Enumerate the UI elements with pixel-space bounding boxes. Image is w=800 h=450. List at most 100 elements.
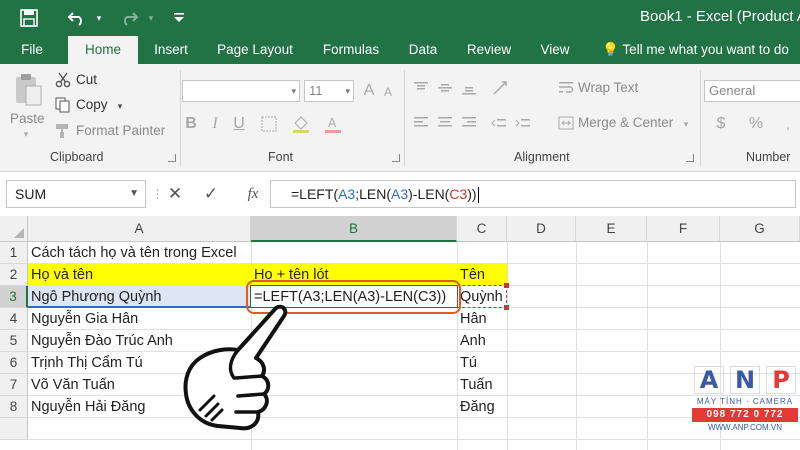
undo-dropdown-icon[interactable]: ▾ <box>92 0 106 36</box>
clipboard-launcher-icon[interactable] <box>168 154 176 162</box>
italic-button[interactable]: I <box>204 112 226 136</box>
alignment-launcher-icon[interactable] <box>686 154 694 162</box>
increase-indent-icon[interactable] <box>512 112 534 134</box>
insert-function-icon[interactable]: fx <box>238 180 268 208</box>
cell-c2[interactable]: Tên <box>457 264 485 286</box>
tab-page-layout[interactable]: Page Layout <box>206 36 304 64</box>
worksheet-grid[interactable]: A B C D E F G 1 2 3 4 5 6 7 8 Cách tách … <box>0 216 800 450</box>
underline-button[interactable]: U <box>228 112 250 136</box>
cell-a2[interactable]: Họ và tên <box>28 264 93 286</box>
percent-icon[interactable]: % <box>744 112 768 136</box>
tab-view[interactable]: View <box>528 36 582 64</box>
font-color-icon[interactable]: A <box>322 112 344 136</box>
merge-center-button[interactable]: Merge & Center <box>578 115 673 130</box>
row-header-7[interactable]: 7 <box>0 374 28 396</box>
font-size-box[interactable]: 11 ▾ <box>304 80 354 102</box>
align-center-icon[interactable] <box>434 112 456 134</box>
font-name-box[interactable]: ▾ <box>182 80 300 102</box>
select-all-corner[interactable] <box>0 216 28 242</box>
row-header-6[interactable]: 6 <box>0 352 28 374</box>
column-header-c[interactable]: C <box>457 216 507 242</box>
align-right-icon[interactable] <box>458 112 480 134</box>
fill-color-icon[interactable] <box>290 112 312 136</box>
column-header-e[interactable]: E <box>576 216 647 242</box>
wrap-text-icon[interactable] <box>556 78 576 98</box>
font-launcher-icon[interactable] <box>392 154 400 162</box>
column-header-d[interactable]: D <box>507 216 576 242</box>
logo-letter-a: A <box>694 366 724 394</box>
currency-icon[interactable]: $ <box>708 112 734 136</box>
merge-dropdown-icon[interactable]: ▾ <box>680 118 692 130</box>
number-format-box[interactable]: General <box>704 80 800 102</box>
format-painter-button[interactable]: Format Painter <box>76 123 165 138</box>
align-top-icon[interactable] <box>410 78 432 98</box>
cell-c5[interactable]: Anh <box>457 330 486 352</box>
row-header-8[interactable]: 8 <box>0 396 28 418</box>
reference-handle-c3-bottom[interactable] <box>504 305 509 310</box>
scissors-icon[interactable] <box>54 71 72 89</box>
copy-dropdown-icon[interactable]: ▾ <box>114 100 126 112</box>
row-header-3[interactable]: 3 <box>0 286 28 308</box>
customize-qat-icon[interactable] <box>168 0 190 36</box>
merge-center-icon[interactable] <box>556 112 576 134</box>
tell-me-box[interactable]: 💡 Tell me what you want to do <box>602 36 789 64</box>
redo-icon[interactable] <box>114 0 144 36</box>
formula-input[interactable]: =LEFT(A3;LEN(A3)-LEN(C3)) <box>270 180 796 208</box>
name-box[interactable]: SUM ▼ <box>6 180 146 208</box>
orientation-icon[interactable] <box>490 78 512 98</box>
grow-font-icon[interactable]: A <box>360 79 378 103</box>
save-icon[interactable] <box>14 0 44 36</box>
tab-formulas[interactable]: Formulas <box>312 36 390 64</box>
cell-c6[interactable]: Tú <box>457 352 477 374</box>
row-header-5[interactable]: 5 <box>0 330 28 352</box>
copy-icon[interactable] <box>54 96 72 114</box>
cell-a7[interactable]: Võ Văn Tuấn <box>28 374 115 396</box>
cell-c3[interactable]: Quỳnh <box>457 286 503 308</box>
align-bottom-icon[interactable] <box>458 78 480 98</box>
wrap-text-button[interactable]: Wrap Text <box>578 80 638 95</box>
align-left-icon[interactable] <box>410 112 432 134</box>
bold-button[interactable]: B <box>180 112 202 136</box>
row-header-9[interactable] <box>0 418 28 440</box>
tab-home[interactable]: Home <box>68 36 138 64</box>
cancel-icon[interactable]: ✕ <box>160 180 190 208</box>
reference-handle-c3-top[interactable] <box>504 283 509 288</box>
format-painter-icon[interactable] <box>54 122 72 140</box>
ribbon-tabs: File Home Insert Page Layout Formulas Da… <box>0 36 800 64</box>
comma-style-icon[interactable]: , <box>776 112 800 136</box>
align-middle-icon[interactable] <box>434 78 456 98</box>
cell-c8[interactable]: Đăng <box>457 396 495 418</box>
copy-button[interactable]: Copy <box>76 97 108 112</box>
cut-button[interactable]: Cut <box>76 72 97 87</box>
borders-icon[interactable] <box>258 112 280 136</box>
alignment-group-label: Alignment <box>514 150 570 164</box>
clipboard-group-label: Clipboard <box>50 150 104 164</box>
tab-file[interactable]: File <box>10 36 54 64</box>
column-header-f[interactable]: F <box>647 216 720 242</box>
cell-c7[interactable]: Tuấn <box>457 374 493 396</box>
column-header-a[interactable]: A <box>28 216 251 242</box>
tab-data[interactable]: Data <box>398 36 448 64</box>
tab-insert[interactable]: Insert <box>144 36 198 64</box>
tab-review[interactable]: Review <box>458 36 520 64</box>
cell-a1[interactable]: Cách tách họ và tên trong Excel <box>28 242 237 264</box>
redo-dropdown-icon[interactable]: ▾ <box>144 0 158 36</box>
row-header-1[interactable]: 1 <box>0 242 28 264</box>
paste-label[interactable]: Paste <box>10 111 45 126</box>
cell-a8[interactable]: Nguyễn Hải Đăng <box>28 396 145 418</box>
undo-icon[interactable] <box>62 0 92 36</box>
cell-a4[interactable]: Nguyễn Gia Hân <box>28 308 138 330</box>
shrink-font-icon[interactable]: A <box>380 82 396 102</box>
column-header-g[interactable]: G <box>720 216 800 242</box>
cell-c4[interactable]: Hân <box>457 308 487 330</box>
column-header-b[interactable]: B <box>251 216 457 242</box>
enter-check-icon[interactable]: ✓ <box>196 180 226 208</box>
cell-a6[interactable]: Trịnh Thị Cẩm Tú <box>28 352 143 374</box>
paste-dropdown-icon[interactable]: ▾ <box>16 128 36 140</box>
paste-icon[interactable] <box>10 70 46 110</box>
row-header-4[interactable]: 4 <box>0 308 28 330</box>
cell-a5[interactable]: Nguyễn Đào Trúc Anh <box>28 330 173 352</box>
decrease-indent-icon[interactable] <box>488 112 510 134</box>
row-header-2[interactable]: 2 <box>0 264 28 286</box>
cell-a3[interactable]: Ngô Phương Quỳnh <box>28 286 161 308</box>
